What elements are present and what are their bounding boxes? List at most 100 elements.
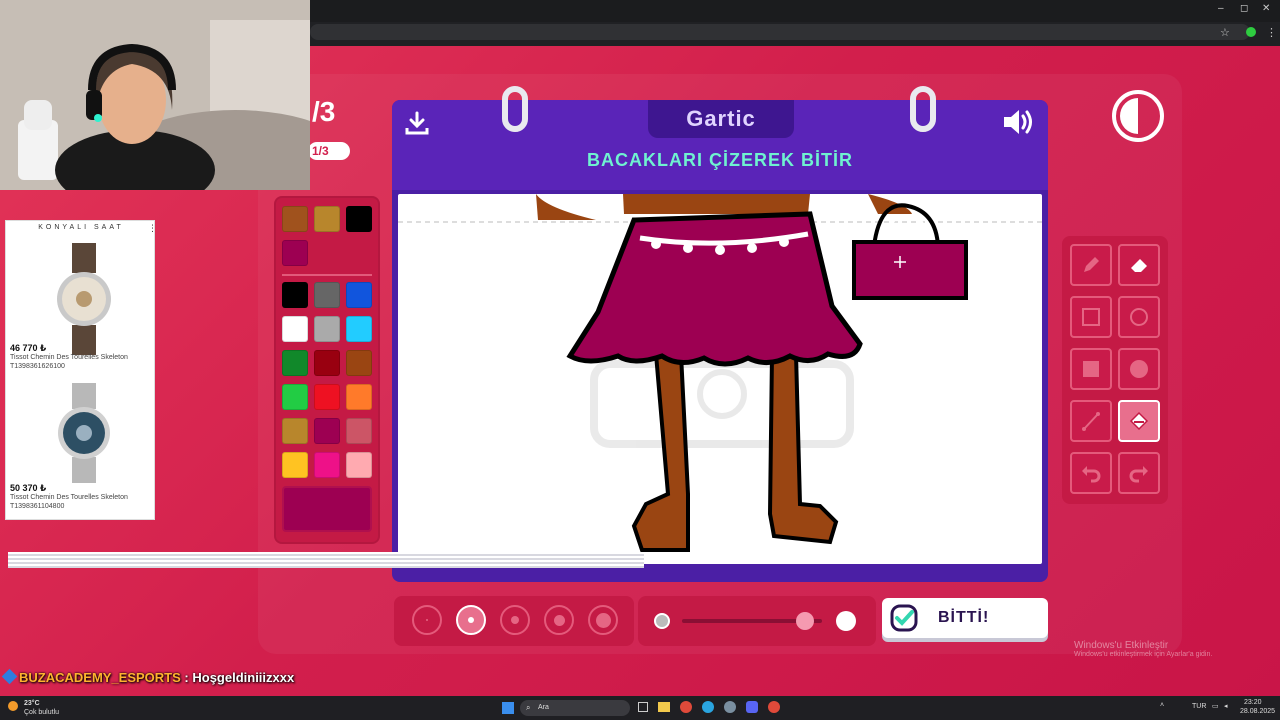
watermark-subtitle: Windows'u etkinleştirmek için Ayarlar'a …	[1074, 651, 1213, 658]
round-pill: 1/3	[308, 142, 350, 160]
volume-icon[interactable]: ◂	[1224, 702, 1228, 710]
color-swatch[interactable]	[346, 384, 372, 410]
binder-ring-right	[910, 86, 936, 132]
slider-thumb[interactable]	[796, 612, 815, 630]
recent-color-swatch[interactable]	[346, 206, 372, 232]
stream-chat-message: BUZACADEMY_ESPORTS : Hoşgeldiniiizxxx	[1, 668, 295, 685]
current-color	[282, 486, 372, 532]
canvas-paper-edge	[8, 552, 644, 568]
rect-outline-icon[interactable]	[1070, 296, 1112, 338]
file-explorer-icon[interactable]	[658, 702, 670, 712]
edge-icon[interactable]	[702, 701, 714, 713]
color-swatch[interactable]	[282, 418, 308, 444]
color-swatch[interactable]	[346, 316, 372, 342]
fill-bucket-icon[interactable]	[1118, 400, 1160, 442]
opacity-low-icon	[654, 613, 670, 629]
taskbar-search[interactable]: ⌕ Ara	[520, 700, 630, 716]
brush-size-3[interactable]	[500, 605, 530, 635]
tool-panel	[1062, 236, 1168, 504]
ad-sku-2: T1398361104800	[10, 503, 65, 510]
chat-text: Hoşgeldiniiizxxx	[192, 670, 295, 685]
brush-size-2[interactable]	[456, 605, 486, 635]
color-swatch[interactable]	[346, 418, 372, 444]
clock-time[interactable]: 23:20	[1244, 699, 1262, 706]
color-swatch[interactable]	[346, 452, 372, 478]
weather-icon[interactable]	[8, 701, 18, 711]
gartic-logo: Gartic	[648, 100, 794, 138]
contrast-toggle-icon[interactable]	[1112, 90, 1164, 142]
color-swatch[interactable]	[314, 316, 340, 342]
line-icon[interactable]	[1070, 400, 1112, 442]
instruction-text: BACAKLARI ÇİZEREK BİTİR	[587, 150, 853, 170]
eraser-icon[interactable]	[1118, 244, 1160, 286]
color-swatch[interactable]	[282, 316, 308, 342]
tray-chevron-icon[interactable]: ˄	[1160, 702, 1164, 709]
brush-size-selector	[394, 596, 634, 646]
opacity-slider[interactable]	[638, 596, 876, 646]
color-swatch[interactable]	[314, 418, 340, 444]
watermark-title: Windows'u Etkinleştir	[1074, 640, 1169, 651]
chat-username: BUZACADEMY_ESPORTS	[19, 670, 181, 685]
watch-image-1	[57, 243, 111, 355]
ad-menu-icon[interactable]: ⋮	[148, 223, 157, 234]
circle-fill-icon[interactable]	[1118, 348, 1160, 390]
circle-outline-icon[interactable]	[1118, 296, 1160, 338]
chrome-icon[interactable]	[680, 701, 692, 713]
ad-price-1: 46 770 ₺	[10, 343, 47, 353]
download-icon[interactable]	[404, 110, 430, 141]
opacity-high-icon	[836, 611, 856, 631]
address-bar[interactable]	[310, 24, 1250, 40]
color-swatch[interactable]	[346, 282, 372, 308]
color-palette	[274, 196, 380, 544]
recent-color-swatch[interactable]	[282, 206, 308, 232]
color-swatch[interactable]	[282, 452, 308, 478]
close-button[interactable]: ✕	[1262, 3, 1270, 14]
network-icon[interactable]: ▭	[1212, 702, 1219, 710]
more-menu-icon[interactable]: ⋮	[1266, 26, 1277, 39]
color-swatch[interactable]	[282, 384, 308, 410]
activation-watermark: Windows'u Etkinleştir Windows'u etkinleş…	[1074, 640, 1212, 658]
color-swatch[interactable]	[314, 452, 340, 478]
color-swatch[interactable]	[346, 350, 372, 376]
recent-color-swatch[interactable]	[314, 206, 340, 232]
redo-icon[interactable]	[1118, 452, 1160, 494]
bookmark-star-icon[interactable]: ☆	[1220, 26, 1230, 39]
brush-size-4[interactable]	[544, 605, 574, 635]
discord-icon[interactable]	[746, 701, 758, 713]
chat-badge-icon	[1, 668, 18, 685]
rect-fill-icon[interactable]	[1070, 348, 1112, 390]
color-swatch[interactable]	[314, 282, 340, 308]
watermark-logo	[590, 360, 854, 448]
brush-size-1[interactable]	[412, 605, 442, 635]
ad-brand: KONYALI SAAT	[38, 224, 124, 231]
clock-date[interactable]: 28.08.2025	[1240, 708, 1275, 715]
webcam-overlay	[0, 0, 310, 190]
sound-icon[interactable]	[1002, 108, 1036, 141]
settings-app-icon[interactable]	[724, 701, 736, 713]
recent-color-swatch[interactable]	[282, 240, 308, 266]
color-swatch[interactable]	[314, 384, 340, 410]
done-label: BİTTİ!	[938, 609, 990, 626]
start-icon[interactable]	[502, 702, 514, 714]
watch-ad-panel[interactable]: KONYALI SAAT ⋮ 46 770 ₺ Tissot Chemin De…	[5, 220, 157, 520]
round-indicator: /3	[312, 96, 336, 127]
taskbar-search-text: Ara	[538, 704, 549, 711]
chat-separator: :	[180, 670, 193, 685]
color-swatch[interactable]	[282, 282, 308, 308]
ad-name-2: Tissot Chemin Des Tourelles Skeleton	[10, 494, 128, 501]
done-button[interactable]: BİTTİ!	[882, 598, 1048, 638]
minimize-button[interactable]: –	[1218, 3, 1224, 14]
task-view-icon[interactable]	[638, 702, 648, 712]
ad-name-1: Tissot Chemin Des Tourelles Skeleton	[10, 354, 128, 361]
pencil-icon[interactable]	[1070, 244, 1112, 286]
color-swatch[interactable]	[282, 350, 308, 376]
drawing-canvas[interactable]	[398, 194, 1042, 564]
lang-indicator[interactable]: TUR	[1192, 703, 1206, 710]
undo-icon[interactable]	[1070, 452, 1112, 494]
extension-icon[interactable]	[1246, 27, 1256, 37]
color-swatch[interactable]	[314, 350, 340, 376]
brush-size-5[interactable]	[588, 605, 618, 635]
binder-ring-left	[502, 86, 528, 132]
restore-button[interactable]: ◻	[1240, 3, 1248, 14]
chrome-profile-icon[interactable]	[768, 701, 780, 713]
